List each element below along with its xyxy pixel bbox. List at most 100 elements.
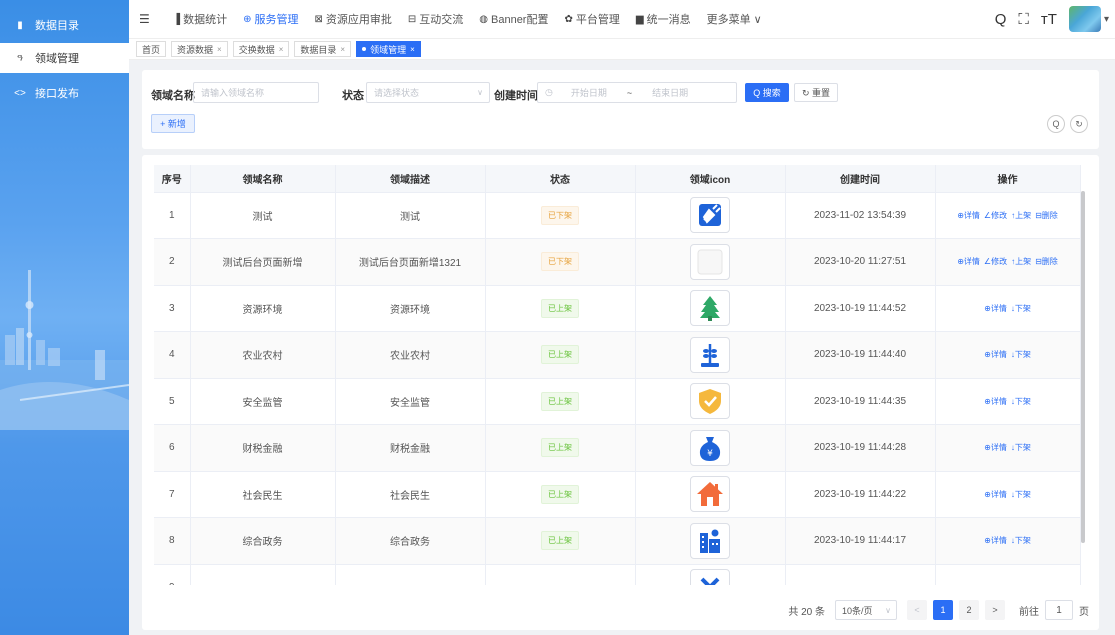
cell-domain-icon — [635, 378, 786, 425]
nav-item-message[interactable]: ▆ 统一消息 — [636, 11, 691, 27]
row-action-link[interactable]: ↓下架 — [1011, 397, 1031, 406]
row-actions: ⊕详情 ↓下架 — [936, 349, 1080, 360]
row-action-link[interactable]: ⊕详情 — [984, 490, 1007, 499]
row-action-link[interactable]: ↓下架 — [1011, 490, 1031, 499]
pagination: 共 20 条 10条/页 ∨ < 1 2 > 前往 1 页 — [788, 599, 1089, 621]
nav-item-label: 数据统计 — [183, 14, 228, 26]
nav-item-platform[interactable]: ✿ 平台管理 — [564, 11, 619, 27]
nav-item-more[interactable]: 更多菜单 ∨ — [707, 11, 762, 27]
cell-domain-name — [190, 564, 336, 585]
row-action-link[interactable]: ⊟删除 — [1035, 211, 1058, 220]
close-icon[interactable]: × — [340, 45, 345, 54]
add-button[interactable]: + 新增 — [151, 114, 195, 133]
nav-item-label: 统一消息 — [646, 14, 691, 26]
refresh-icon[interactable]: ↻ — [1070, 115, 1088, 133]
row-action-link[interactable]: ↓下架 — [1011, 443, 1031, 452]
row-action-link[interactable]: ⊟删除 — [1035, 257, 1058, 266]
row-action-link[interactable]: ↓下架 — [1011, 536, 1031, 545]
cell-domain-name: 测试后台页面新增 — [190, 238, 336, 286]
cell-domain-name: 安全监管 — [190, 378, 336, 425]
cell-create-time: 2023-11-02 13:54:39 — [785, 192, 936, 239]
blank-icon — [690, 243, 730, 280]
nav-item-banner[interactable]: ◍ Banner配置 — [479, 11, 548, 27]
tag-data-catalog[interactable]: 数据目录 × — [294, 41, 352, 57]
nav-item-service[interactable]: ⊕ 服务管理 — [243, 11, 298, 27]
nav-item-stats[interactable]: ▐ 数据统计 — [173, 11, 227, 27]
chevron-down-icon[interactable]: ▾ — [1104, 14, 1109, 25]
sidebar: ▮ 数据目录 ዓ 领域管理 <> 接口发布 — [0, 0, 129, 635]
top-navbar: ☰ ▐ 数据统计 ⊕ 服务管理 ⊠ 资源应用审批 ⊟ 互动交流 ◍ Banner配置 ✿ 平… — [129, 0, 1115, 38]
fullscreen-icon[interactable]: ⛶ — [1018, 11, 1029, 28]
chevron-down-icon: ∨ — [477, 88, 483, 97]
tag-domain-management[interactable]: 领域管理 × — [356, 41, 421, 57]
sidebar-item-api-publish[interactable]: <> 接口发布 — [0, 78, 129, 108]
tag-exchange-data[interactable]: 交换数据 × — [232, 41, 290, 57]
row-action-link[interactable]: ∠修改 — [984, 211, 1007, 220]
sidebar-item-data-catalog[interactable]: ▮ 数据目录 — [0, 10, 129, 40]
row-action-link[interactable]: ∠修改 — [984, 257, 1007, 266]
table-scrollbar[interactable] — [1081, 191, 1085, 543]
cell-domain-icon — [635, 331, 786, 379]
status-select[interactable]: 请选择状态 ∨ — [366, 82, 490, 103]
money-bag-icon: ¥ — [690, 429, 730, 466]
avatar[interactable] — [1068, 6, 1101, 32]
nav-item-interaction[interactable]: ⊟ 互动交流 — [408, 11, 463, 27]
cell-index: 4 — [154, 331, 191, 379]
prev-page-button[interactable]: < — [907, 600, 927, 620]
next-page-button[interactable]: > — [985, 600, 1005, 620]
row-action-link[interactable]: ⊕详情 — [984, 397, 1007, 406]
cell-create-time: 2023-10-19 11:44:35 — [785, 378, 936, 425]
search-icon[interactable]: Q — [995, 11, 1007, 28]
close-icon[interactable]: × — [217, 45, 222, 54]
tag-label: 首页 — [142, 44, 161, 55]
goto-page-input[interactable]: 1 — [1045, 600, 1073, 620]
cell-domain-desc: 社会民生 — [335, 471, 486, 518]
page-button-2[interactable]: 2 — [959, 600, 979, 620]
row-action-link[interactable]: ⊕详情 — [957, 257, 980, 266]
cell-create-time: 2023-10-19 11:44:22 — [785, 471, 936, 518]
sidebar-item-domain-management[interactable]: ዓ 领域管理 — [0, 43, 129, 73]
search-button[interactable]: Q 搜索 — [745, 83, 789, 102]
col-domain-desc: 领域描述 — [335, 165, 486, 193]
page-button-1[interactable]: 1 — [933, 600, 953, 620]
cell-create-time — [785, 564, 936, 585]
table-row: 6 财税金融 财税金融 已上架 ¥2023-10-19 11:44:28 ⊕详情 ↓下架 — [154, 424, 1081, 472]
tag-home[interactable]: 首页 — [136, 41, 167, 57]
row-action-link[interactable]: ↑上架 — [1011, 257, 1031, 266]
city-skyline-background — [0, 270, 129, 430]
clock-icon: ◷ — [545, 87, 553, 97]
toggle-search-icon[interactable]: Q — [1047, 115, 1065, 133]
row-actions: ⊕详情 ↓下架 — [936, 489, 1080, 500]
table-row: 9 — [154, 564, 1081, 585]
row-action-link[interactable]: ⊕详情 — [984, 443, 1007, 452]
row-action-link[interactable]: ⊕详情 — [957, 211, 980, 220]
chart-icon: ▐ — [173, 13, 181, 25]
cell-status: 已上架 — [485, 424, 636, 472]
row-action-link[interactable]: ⊕详情 — [984, 304, 1007, 313]
tag-label: 资源数据 — [177, 44, 214, 55]
reset-button[interactable]: ↻ 重置 — [794, 83, 838, 102]
cell-actions: ⊕详情 ∠修改 ↑上架 ⊟删除 — [935, 192, 1081, 239]
close-icon[interactable]: × — [279, 45, 284, 54]
row-action-link[interactable]: ↓下架 — [1011, 304, 1031, 313]
row-action-link[interactable]: ↓下架 — [1011, 350, 1031, 359]
tags-view: 首页 资源数据 × 交换数据 × 数据目录 × 领域管理 × — [129, 38, 1115, 60]
row-action-link[interactable]: ↑上架 — [1011, 211, 1031, 220]
tag-resource-data[interactable]: 资源数据 × — [171, 41, 228, 57]
font-size-icon[interactable]: ᴛT — [1041, 11, 1057, 28]
menu-fold-icon[interactable]: ☰ — [139, 12, 157, 26]
nav-item-approval[interactable]: ⊠ 资源应用审批 — [314, 11, 391, 27]
row-action-link[interactable]: ⊕详情 — [984, 350, 1007, 359]
row-actions: ⊕详情 ↓下架 — [936, 303, 1080, 314]
row-action-link[interactable]: ⊕详情 — [984, 536, 1007, 545]
cell-create-time: 2023-10-19 11:44:28 — [785, 424, 936, 472]
domain-name-input[interactable]: 请输入领域名称 — [193, 82, 319, 103]
close-icon[interactable]: × — [410, 45, 415, 54]
cell-status: 已上架 — [485, 471, 636, 518]
cell-index: 5 — [154, 378, 191, 425]
row-actions: ⊕详情 ↓下架 — [936, 396, 1080, 407]
date-range-picker[interactable]: ◷ 开始日期 ~ 结束日期 — [537, 82, 737, 103]
page-size-select[interactable]: 10条/页 ∨ — [835, 600, 897, 620]
approval-icon: ⊠ — [314, 13, 323, 25]
cell-domain-name: 测试 — [190, 192, 336, 239]
